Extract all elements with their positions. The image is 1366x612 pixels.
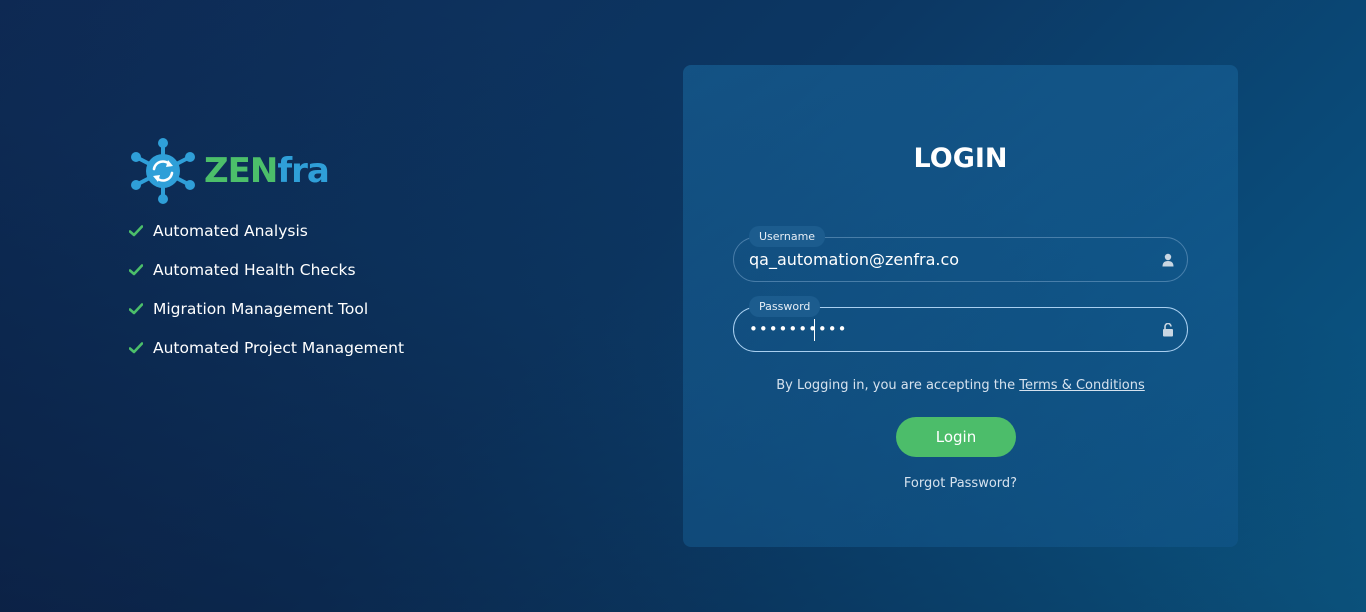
password-field[interactable]: Password •••••••••• xyxy=(733,296,1188,352)
feature-list: Automated Analysis Automated Health Chec… xyxy=(128,220,404,376)
check-icon xyxy=(128,223,144,239)
terms-prefix: By Logging in, you are accepting the xyxy=(776,378,1020,393)
unlock-icon[interactable] xyxy=(1162,322,1174,337)
feature-label: Automated Health Checks xyxy=(153,260,356,279)
check-icon xyxy=(128,262,144,278)
brand-name-zen: ZEN xyxy=(204,151,278,191)
check-icon xyxy=(128,340,144,356)
feature-label: Automated Analysis xyxy=(153,221,308,240)
username-field[interactable]: Username xyxy=(733,226,1188,282)
user-icon xyxy=(1162,252,1174,267)
login-button[interactable]: Login xyxy=(896,417,1016,457)
username-input[interactable] xyxy=(749,250,1139,269)
check-icon xyxy=(128,301,144,317)
username-label: Username xyxy=(749,226,826,247)
terms-notice: By Logging in, you are accepting the Ter… xyxy=(683,378,1238,393)
brand-name: ZENfra xyxy=(204,151,330,191)
login-card: LOGIN Username Password •••••••••• By Lo… xyxy=(683,65,1238,547)
feature-item: Automated Health Checks xyxy=(128,259,404,280)
brand-logo: ZENfra xyxy=(128,136,330,206)
feature-item: Automated Project Management xyxy=(128,337,404,358)
text-caret xyxy=(814,319,815,341)
brand-name-fra: fra xyxy=(277,151,330,191)
password-input[interactable]: •••••••••• xyxy=(749,320,1139,338)
network-sync-icon xyxy=(131,138,195,204)
feature-item: Migration Management Tool xyxy=(128,298,404,319)
feature-item: Automated Analysis xyxy=(128,220,404,241)
login-title: LOGIN xyxy=(913,143,1008,174)
terms-link[interactable]: Terms & Conditions xyxy=(1019,378,1145,393)
feature-label: Automated Project Management xyxy=(153,338,405,357)
password-label: Password xyxy=(749,296,821,317)
feature-label: Migration Management Tool xyxy=(153,299,369,318)
forgot-password-link[interactable]: Forgot Password? xyxy=(683,476,1238,491)
